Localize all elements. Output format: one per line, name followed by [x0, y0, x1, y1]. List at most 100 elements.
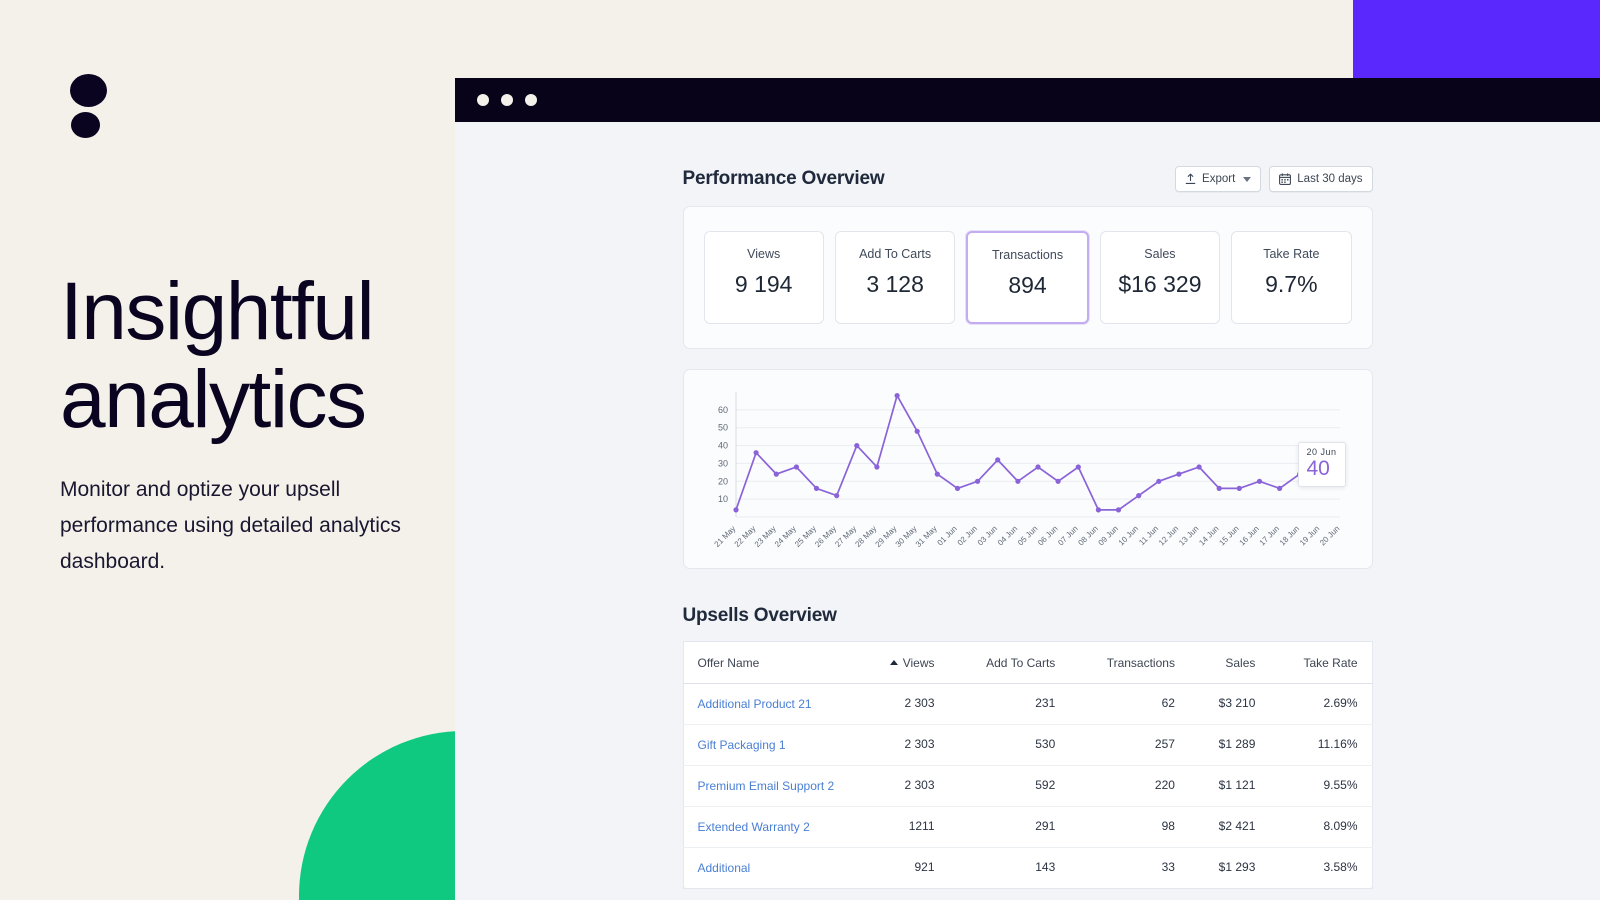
svg-text:22 May: 22 May [732, 524, 757, 549]
svg-text:28 May: 28 May [853, 524, 878, 549]
date-range-button[interactable]: Last 30 days [1269, 166, 1373, 192]
cell-offer-name[interactable]: Extended Warranty 2 [683, 806, 858, 848]
metric-card-value: 894 [1008, 272, 1047, 298]
metric-card-take-rate[interactable]: Take Rate 9.7% [1231, 231, 1352, 324]
cell-transactions: 62 [1069, 683, 1189, 725]
cell-add-to-carts: 143 [1035, 860, 1056, 874]
metric-card-views[interactable]: Views 9 194 [703, 231, 824, 324]
cell-sales: $1 293 [1218, 860, 1256, 874]
svg-text:24 May: 24 May [772, 524, 797, 549]
cell-sales: $2 421 [1188, 806, 1270, 848]
upsells-table: Offer Name Views Add To Carts Transactions S… [682, 641, 1373, 889]
svg-text:29 May: 29 May [873, 524, 898, 549]
table-row: Extended Warranty 2 1211 291 98 $2 421 8.09% [683, 806, 1372, 848]
page-subheadline: Monitor and optize your upsell performan… [60, 478, 401, 573]
svg-text:31 May: 31 May [913, 524, 938, 549]
cell-views: 2 303 [858, 683, 949, 725]
table-header-sales[interactable]: Sales [1188, 641, 1270, 684]
svg-text:05 Jun: 05 Jun [1016, 524, 1039, 547]
logo-dot-small-icon [71, 112, 100, 138]
metric-card-label: Add To Carts [859, 247, 932, 261]
transactions-chart-panel: 10 20 30 40 50 60 21 May 22 May 23 May 24 May 25 M… [682, 369, 1373, 569]
window-close-icon[interactable] [477, 94, 489, 106]
cell-add-to-carts: 231 [948, 683, 1070, 725]
export-button-label: Export [1202, 173, 1236, 185]
table-header-take-rate[interactable]: Take Rate [1269, 641, 1372, 684]
svg-text:02 Jun: 02 Jun [955, 524, 978, 547]
performance-actions: Export Last 30 days [1175, 166, 1373, 192]
cell-offer-name[interactable]: Additional Product 21 [683, 683, 858, 725]
svg-text:17 Jun: 17 Jun [1257, 524, 1280, 547]
svg-text:09 Jun: 09 Jun [1096, 524, 1119, 547]
svg-text:04 Jun: 04 Jun [995, 524, 1018, 547]
svg-text:08 Jun: 08 Jun [1076, 524, 1099, 547]
svg-text:60: 60 [717, 405, 727, 415]
metric-card-value: 9.7% [1265, 271, 1318, 297]
cell-offer-name[interactable]: Additional [683, 848, 858, 889]
sort-ascending-icon [889, 660, 898, 665]
cell-take-rate: 3.58% [1323, 860, 1358, 874]
metric-card-value: 9 194 [734, 271, 793, 297]
calendar-icon [1279, 173, 1292, 185]
svg-text:26 May: 26 May [813, 524, 838, 549]
svg-text:10: 10 [717, 494, 727, 504]
metric-card-sales[interactable]: Sales $16 329 [1099, 231, 1221, 324]
transactions-line-chart: 10 20 30 40 50 60 21 May22 May23 May24 May25 M… [712, 392, 1343, 549]
export-button[interactable]: Export [1175, 166, 1262, 192]
upsells-title: Upsells Overview [682, 605, 837, 626]
metric-card-transactions[interactable]: Transactions 894 [966, 231, 1089, 324]
metric-card-label: Take Rate [1263, 247, 1320, 261]
table-header-offer-name[interactable]: Offer Name [683, 641, 858, 684]
metric-card-label: Transactions [991, 248, 1064, 262]
svg-text:30: 30 [717, 458, 727, 468]
browser-window: Performance Overview Export Last 30 days… [455, 78, 1600, 900]
green-decor-circle [299, 731, 455, 900]
svg-text:10 Jun: 10 Jun [1116, 524, 1139, 547]
table-header-add-to-carts[interactable]: Add To Carts [948, 641, 1070, 684]
table-header-views[interactable]: Views [858, 641, 949, 684]
cell-take-rate: 9.55% [1269, 765, 1372, 807]
svg-text:40: 40 [717, 441, 727, 451]
cell-offer-name[interactable]: Premium Email Support 2 [683, 765, 858, 807]
svg-text:14 Jun: 14 Jun [1197, 524, 1220, 547]
svg-text:01 Jun: 01 Jun [935, 524, 958, 547]
svg-text:19 Jun: 19 Jun [1297, 524, 1320, 547]
metric-card-value: 3 128 [866, 271, 924, 297]
logo-dot-large-icon [70, 74, 107, 107]
cell-offer-name[interactable]: Gift Packaging 1 [683, 724, 858, 766]
svg-text:27 May: 27 May [833, 524, 858, 549]
svg-text:50: 50 [717, 423, 727, 433]
svg-text:21 May: 21 May [712, 524, 737, 549]
svg-text:20: 20 [717, 476, 727, 486]
date-range-label: Last 30 days [1297, 173, 1363, 185]
cell-sales: $1 289 [1188, 724, 1270, 766]
cell-views: 2 303 [858, 765, 949, 807]
svg-text:13 Jun: 13 Jun [1177, 524, 1200, 547]
cell-views: 1211 [858, 806, 949, 848]
cell-take-rate: 8.09% [1269, 806, 1372, 848]
window-minimize-icon[interactable] [501, 94, 513, 106]
chevron-down-icon [1243, 176, 1252, 182]
marketing-panel: Insightful analytics Monitor and optize … [0, 0, 455, 900]
upsells-table-body: Additional Product 21 2 303 231 62 $3 210 2.6… [683, 683, 1372, 889]
brand-logo [70, 74, 107, 138]
performance-title: Performance Overview [682, 168, 885, 189]
table-header-transactions[interactable]: Transactions [1069, 641, 1189, 684]
browser-titlebar [455, 78, 1600, 122]
table-row: Premium Email Support 22 303 592 220 $1 121… [683, 765, 1372, 807]
cell-transactions: 220 [1069, 765, 1189, 807]
metric-card-label: Views [747, 247, 781, 261]
metric-card-label: Sales [1144, 247, 1176, 261]
chart-tooltip-date: 20 Jun [1306, 446, 1337, 457]
page-headline: Insightful analytics [60, 266, 375, 445]
cell-take-rate: 2.69% [1269, 683, 1372, 725]
window-maximize-icon[interactable] [525, 94, 537, 106]
chart-tooltip-value: 40 [1306, 456, 1330, 480]
cell-add-to-carts: 291 [948, 806, 1070, 848]
svg-text:12 Jun: 12 Jun [1156, 524, 1179, 547]
table-row: Additional Product 21 2 303 231 62 $3 210 2.6… [683, 683, 1372, 725]
metric-card-add-to-carts[interactable]: Add To Carts 3 128 [834, 231, 956, 324]
cell-add-to-carts: 592 [948, 765, 1070, 807]
svg-text:11 Jun: 11 Jun [1137, 524, 1160, 547]
metric-card-value: $16 329 [1118, 271, 1202, 297]
